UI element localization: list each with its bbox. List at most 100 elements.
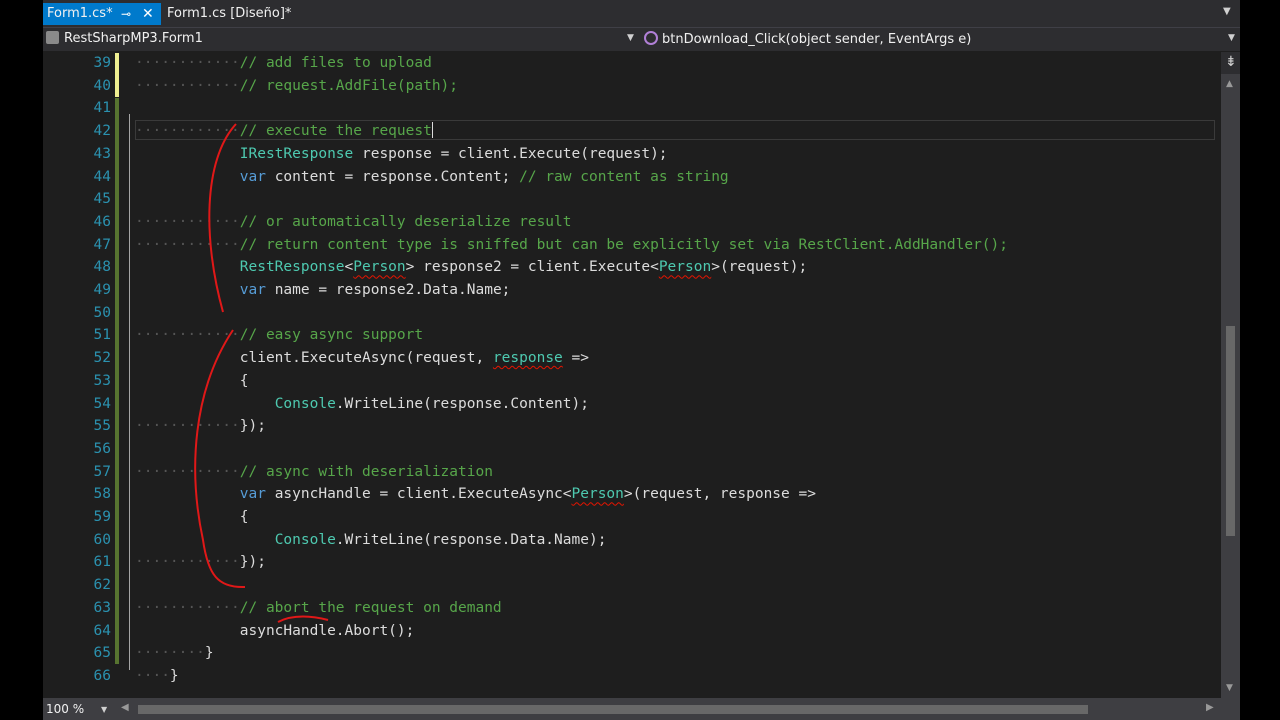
close-icon[interactable]: ✕ bbox=[142, 3, 154, 25]
code-line[interactable]: 58 var asyncHandle = client.ExecuteAsync… bbox=[43, 483, 1216, 506]
code-line[interactable]: 46 ············// or automatically deseri… bbox=[43, 211, 1216, 234]
code-line[interactable]: 51 ············// easy async support bbox=[43, 324, 1216, 347]
whitespace-marker: ········ bbox=[135, 645, 205, 662]
outline-guide bbox=[129, 114, 130, 670]
code-text[interactable]: ············// async with deserializatio… bbox=[135, 461, 493, 484]
code-token: // abort the request on demand bbox=[239, 599, 502, 616]
code-line[interactable]: 65 ········} bbox=[43, 642, 1216, 665]
code-line[interactable]: 40 ············// request.AddFile(path); bbox=[43, 75, 1216, 98]
code-line[interactable]: 62 bbox=[43, 574, 1216, 597]
code-text[interactable]: ············}); bbox=[135, 551, 266, 574]
code-line[interactable]: 64 asyncHandle.Abort(); bbox=[43, 620, 1216, 643]
code-text[interactable]: ············// abort the request on dema… bbox=[135, 597, 502, 620]
code-line[interactable]: 39 ············// add files to upload bbox=[43, 52, 1216, 75]
split-icon: ⇟ bbox=[1225, 54, 1237, 70]
scroll-left-icon[interactable]: ◀ bbox=[121, 702, 129, 713]
scroll-down-icon[interactable]: ▼ bbox=[1226, 683, 1233, 693]
line-number: 62 bbox=[93, 577, 111, 594]
code-line[interactable]: 66 ····} bbox=[43, 665, 1216, 688]
line-number: 65 bbox=[93, 645, 111, 662]
code-line[interactable]: 59 { bbox=[43, 506, 1216, 529]
code-text[interactable]: ············// return content type is sn… bbox=[135, 234, 1008, 257]
zoom-dropdown-icon[interactable]: ▼ bbox=[101, 705, 107, 714]
code-line[interactable]: 61 ············}); bbox=[43, 551, 1216, 574]
code-text[interactable]: var content = response.Content; // raw c… bbox=[135, 166, 729, 189]
code-line[interactable]: 47 ············// return content type is … bbox=[43, 234, 1216, 257]
code-token: .WriteLine(response.Content); bbox=[335, 395, 589, 412]
line-number: 58 bbox=[93, 486, 111, 503]
code-token: } bbox=[169, 667, 179, 684]
code-text[interactable]: ····} bbox=[135, 665, 179, 688]
code-text[interactable]: ············// or automatically deserial… bbox=[135, 211, 572, 234]
code-text[interactable]: ············// execute the request bbox=[135, 120, 433, 143]
code-token: // request.AddFile(path); bbox=[239, 77, 459, 94]
zoom-level[interactable]: 100 % bbox=[46, 702, 84, 716]
code-token: asyncHandle = client.ExecuteAsync< bbox=[265, 486, 572, 503]
line-number: 45 bbox=[93, 191, 111, 208]
type-scope-dropdown[interactable]: RestSharpMP3.Form1 bbox=[46, 31, 203, 46]
split-editor-button[interactable]: ⇟ bbox=[1221, 52, 1240, 74]
line-number: 66 bbox=[93, 667, 111, 684]
whitespace-marker bbox=[135, 396, 275, 412]
whitespace-marker: ············ bbox=[135, 554, 240, 571]
code-text[interactable]: ············// add files to upload bbox=[135, 52, 432, 75]
code-line[interactable]: 52 client.ExecuteAsync(request, response… bbox=[43, 347, 1216, 370]
line-number: 48 bbox=[93, 259, 111, 276]
code-text[interactable]: ············}); bbox=[135, 415, 266, 438]
code-line[interactable]: 53 { bbox=[43, 370, 1216, 393]
code-token: // async with deserialization bbox=[239, 463, 493, 480]
code-text[interactable]: { bbox=[135, 370, 249, 393]
code-line[interactable]: 57 ············// async with deserializat… bbox=[43, 461, 1216, 484]
code-text[interactable]: var name = response2.Data.Name; bbox=[135, 279, 511, 302]
code-text[interactable]: client.ExecuteAsync(request, response => bbox=[135, 347, 589, 370]
code-line[interactable]: 63 ············// abort the request on de… bbox=[43, 597, 1216, 620]
horizontal-scroll-thumb[interactable] bbox=[138, 705, 1088, 714]
code-line[interactable]: 54 Console.WriteLine(response.Content); bbox=[43, 393, 1216, 416]
code-text[interactable]: asyncHandle.Abort(); bbox=[135, 620, 415, 643]
code-line[interactable]: 45 bbox=[43, 188, 1216, 211]
code-line[interactable]: 48 RestResponse<Person> response2 = clie… bbox=[43, 256, 1216, 279]
code-line[interactable]: 42 ············// execute the request bbox=[43, 120, 1216, 143]
whitespace-marker: ············ bbox=[135, 327, 240, 344]
code-line[interactable]: 41 bbox=[43, 97, 1216, 120]
code-editor[interactable]: 39 ············// add files to upload 40 ··… bbox=[43, 52, 1240, 698]
line-number: 49 bbox=[93, 282, 111, 298]
code-text[interactable]: IRestResponse response = client.Execute(… bbox=[135, 143, 668, 166]
type-scope-dropdown-icon[interactable]: ▼ bbox=[627, 33, 634, 43]
code-token: client.ExecuteAsync(request, bbox=[239, 350, 493, 367]
code-line[interactable]: 60 Console.WriteLine(response.Data.Name)… bbox=[43, 529, 1216, 552]
line-number: 43 bbox=[93, 145, 111, 162]
pin-icon[interactable]: ⊸ bbox=[121, 3, 131, 25]
code-line[interactable]: 49 var name = response2.Data.Name; bbox=[43, 279, 1216, 302]
member-scope-dropdown[interactable]: btnDownload_Click(object sender, EventAr… bbox=[644, 31, 971, 47]
scroll-right-icon[interactable]: ▶ bbox=[1206, 702, 1214, 713]
whitespace-marker: ············ bbox=[135, 77, 240, 94]
code-line[interactable]: 55 ············}); bbox=[43, 415, 1216, 438]
scroll-up-icon[interactable]: ▲ bbox=[1226, 79, 1233, 89]
vertical-scroll-thumb[interactable] bbox=[1226, 326, 1235, 536]
code-text[interactable]: ············// request.AddFile(path); bbox=[135, 75, 458, 98]
tab-form1-design[interactable]: Form1.cs [Diseño]* bbox=[163, 3, 293, 25]
code-text[interactable]: Console.WriteLine(response.Content); bbox=[135, 393, 589, 416]
code-text[interactable]: ············// easy async support bbox=[135, 324, 423, 347]
line-number: 53 bbox=[93, 372, 111, 389]
error-squiggle-token: Person bbox=[658, 259, 712, 276]
visual-studio-window: Form1.cs* ⊸ ✕ Form1.cs [Diseño]* ▼ RestS… bbox=[43, 0, 1240, 720]
whitespace-marker: ············ bbox=[135, 213, 240, 230]
code-area[interactable]: 39 ············// add files to upload 40 ··… bbox=[43, 52, 1216, 698]
code-text[interactable]: ········} bbox=[135, 642, 214, 665]
code-line[interactable]: 43 IRestResponse response = client.Execu… bbox=[43, 143, 1216, 166]
code-line[interactable]: 44 var content = response.Content; // ra… bbox=[43, 166, 1216, 189]
code-text[interactable]: var asyncHandle = client.ExecuteAsync<Pe… bbox=[135, 483, 816, 506]
code-line[interactable]: 50 bbox=[43, 302, 1216, 325]
member-scope-dropdown-icon[interactable]: ▼ bbox=[1228, 33, 1235, 43]
tab-form1-cs[interactable]: Form1.cs* ⊸ ✕ bbox=[43, 3, 161, 25]
code-text[interactable]: { bbox=[135, 506, 249, 529]
code-line[interactable]: 56 bbox=[43, 438, 1216, 461]
code-text[interactable]: Console.WriteLine(response.Data.Name); bbox=[135, 529, 607, 552]
line-number: 41 bbox=[93, 100, 111, 117]
tab-overflow-dropdown-icon[interactable]: ▼ bbox=[1223, 6, 1231, 17]
code-token: RestResponse bbox=[239, 259, 345, 276]
code-text[interactable]: RestResponse<Person> response2 = client.… bbox=[135, 256, 807, 279]
error-squiggle-token: Person bbox=[353, 259, 406, 276]
